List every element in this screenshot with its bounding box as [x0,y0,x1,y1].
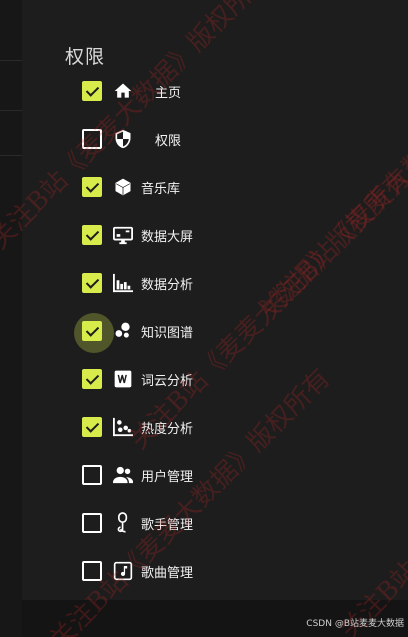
wordcloud-icon [112,368,134,390]
checkbox-user-management[interactable] [82,465,102,485]
permission-label: 主页 [155,85,182,101]
divider [0,110,22,111]
footer-credit: CSDN @B站麦麦大数据 [306,619,404,629]
users-icon [112,464,134,486]
checkbox-singer-management[interactable] [82,513,102,533]
permission-label: 歌曲管理 [141,565,194,581]
checkbox-data-analysis[interactable] [82,273,102,293]
permission-label: 音乐库 [141,181,181,197]
checkbox-knowledge-graph[interactable] [74,313,114,353]
singer-icon [112,512,134,534]
permission-label: 权限 [155,133,182,149]
permission-item-data-screen[interactable]: 数据大屏 [82,221,282,249]
permission-item-music-library[interactable]: 音乐库 [82,173,282,201]
checkbox-word-cloud[interactable] [82,369,102,389]
divider [0,155,22,156]
permissions-page: 权限 主页 权限 音乐库 数据大屏 数据分析 知识图谱 词云分析 热度分析 用户… [0,0,408,637]
scatter-icon [112,416,134,438]
monitor-icon [112,224,134,246]
divider [0,60,22,61]
cube-icon [112,176,134,198]
checkbox-permissions[interactable] [82,129,102,149]
permission-label: 数据分析 [141,277,194,293]
home-icon [112,80,134,102]
checkbox-home[interactable] [82,81,102,101]
permission-label: 用户管理 [141,469,194,485]
permission-item-user-management[interactable]: 用户管理 [82,461,282,489]
checkbox-focus-ripple [74,313,114,353]
checkbox-music-library[interactable] [82,177,102,197]
bubble-icon [112,320,134,342]
permission-item-data-analysis[interactable]: 数据分析 [82,269,282,297]
permission-item-word-cloud[interactable]: 词云分析 [82,365,282,393]
permission-item-song-management[interactable]: 歌曲管理 [82,557,282,585]
permission-item-knowledge-graph[interactable]: 知识图谱 [74,313,282,353]
permissions-panel: 权限 主页 权限 音乐库 数据大屏 数据分析 知识图谱 词云分析 热度分析 用户… [22,0,408,600]
permission-item-permissions[interactable]: 权限 [82,125,282,153]
left-background-strip [0,0,22,637]
permission-item-heat-analysis[interactable]: 热度分析 [82,413,282,441]
shield-icon [112,128,134,150]
permission-label: 热度分析 [141,421,194,437]
permission-item-home[interactable]: 主页 [82,77,282,105]
checkbox-heat-analysis[interactable] [82,417,102,437]
permission-label: 数据大屏 [141,229,194,245]
permission-label: 知识图谱 [141,325,194,341]
permission-label: 词云分析 [141,373,194,389]
bar-chart-icon [112,272,134,294]
permission-label: 歌手管理 [141,517,194,533]
panel-title: 权限 [65,46,106,68]
checkbox-song-management[interactable] [82,561,102,581]
music-note-icon [112,560,134,582]
checkbox-data-screen[interactable] [82,225,102,245]
permission-item-singer-management[interactable]: 歌手管理 [82,509,282,537]
